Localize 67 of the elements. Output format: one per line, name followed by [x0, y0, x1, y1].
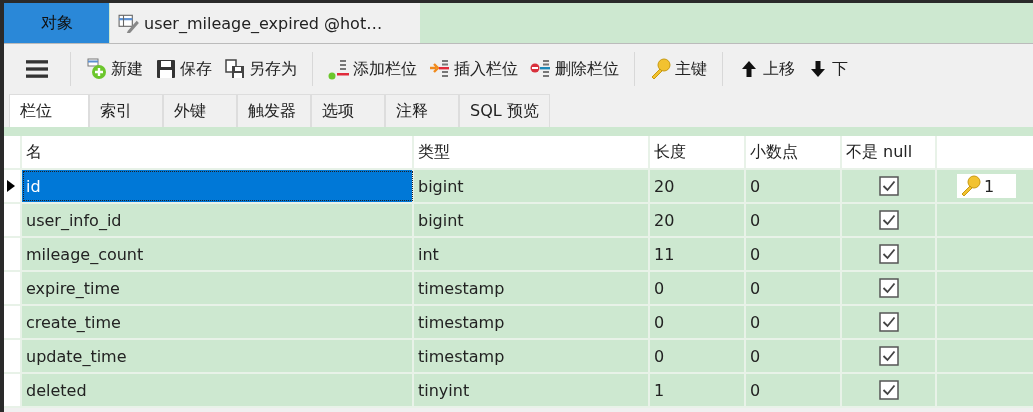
table-cell[interactable]: update_time	[22, 340, 414, 372]
insert-field-icon	[429, 58, 451, 80]
primary-key-button[interactable]: 主键	[647, 54, 710, 84]
checkbox[interactable]	[878, 278, 899, 298]
save-as-icon	[224, 58, 246, 80]
delete-field-icon	[530, 58, 552, 80]
table-cell[interactable]: 1	[650, 374, 746, 406]
table-cell[interactable]: 0	[650, 340, 746, 372]
menu-icon[interactable]	[26, 60, 48, 78]
table-cell[interactable]: 0	[650, 272, 746, 304]
new-icon	[86, 58, 108, 80]
table-cell[interactable]: 0	[746, 340, 842, 372]
primary-key-badge: 1	[957, 174, 1017, 198]
table-cell[interactable]: mileage_count	[22, 238, 414, 270]
primary-key-icon	[650, 58, 672, 80]
move-down-button[interactable]: 下	[804, 54, 851, 84]
checkbox[interactable]	[878, 176, 899, 196]
checkbox[interactable]	[878, 312, 899, 332]
table-cell[interactable]: user_info_id	[22, 204, 414, 236]
table-edit-icon	[118, 12, 140, 34]
document-tab[interactable]: 对象	[4, 3, 109, 43]
table-cell[interactable]: timestamp	[414, 340, 650, 372]
row-pointer-icon	[7, 180, 15, 192]
table-cell[interactable]: id	[22, 170, 414, 202]
table-row[interactable]: id bigint 20 0 1	[4, 170, 1033, 204]
checkbox[interactable]	[878, 380, 899, 400]
table-row[interactable]: deleted tinyint 1 0	[4, 374, 1033, 408]
table-cell[interactable]: 20	[650, 204, 746, 236]
table-cell[interactable]: 20	[650, 170, 746, 202]
table-cell[interactable]: 0	[746, 170, 842, 202]
table-cell[interactable]: int	[414, 238, 650, 270]
table-cell[interactable]: create_time	[22, 306, 414, 338]
checkbox[interactable]	[878, 244, 899, 264]
table-row[interactable]: create_time timestamp 0 0	[4, 306, 1033, 340]
add-field-button[interactable]: 添加栏位	[325, 54, 420, 84]
insert-field-button[interactable]: 插入栏位	[426, 54, 521, 84]
tab[interactable]: 栏位	[9, 94, 89, 127]
new-button[interactable]: 新建	[83, 54, 146, 84]
move-up-button[interactable]: 上移	[735, 54, 798, 84]
save-as-button[interactable]: 另存为	[221, 54, 300, 84]
checkbox[interactable]	[878, 346, 899, 366]
table-cell[interactable]: 0	[746, 306, 842, 338]
document-tab[interactable]: user_mileage_expired @hot…	[110, 3, 420, 43]
save-button[interactable]: 保存	[152, 54, 215, 84]
table-cell[interactable]: expire_time	[22, 272, 414, 304]
table-cell[interactable]: bigint	[414, 204, 650, 236]
table-row[interactable]: user_info_id bigint 20 0	[4, 204, 1033, 238]
row-header[interactable]	[4, 170, 22, 202]
table-row[interactable]: mileage_count int 11 0	[4, 238, 1033, 272]
key-icon	[960, 175, 982, 197]
table-cell[interactable]: 0	[746, 272, 842, 304]
table-cell[interactable]: timestamp	[414, 272, 650, 304]
table-cell[interactable]: deleted	[22, 374, 414, 406]
table-cell[interactable]: tinyint	[414, 374, 650, 406]
add-field-icon	[328, 58, 350, 80]
checkbox[interactable]	[878, 210, 899, 230]
table-cell[interactable]: bigint	[414, 170, 650, 202]
save-icon	[155, 58, 177, 80]
table-cell[interactable]: 11	[650, 238, 746, 270]
table-cell[interactable]: 0	[746, 204, 842, 236]
table-cell[interactable]: timestamp	[414, 306, 650, 338]
table-cell[interactable]: 0	[746, 374, 842, 406]
table-cell[interactable]: 0	[746, 238, 842, 270]
table-row[interactable]: expire_time timestamp 0 0	[4, 272, 1033, 306]
table-row[interactable]: update_time timestamp 0 0	[4, 340, 1033, 374]
table-cell[interactable]: 0	[650, 306, 746, 338]
delete-field-button[interactable]: 删除栏位	[527, 54, 622, 84]
